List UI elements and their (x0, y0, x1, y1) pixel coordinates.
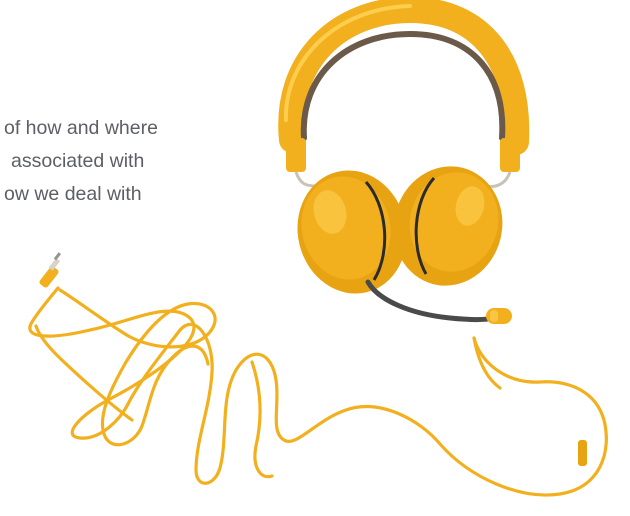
microphone-boom (365, 279, 512, 324)
headband (278, 0, 530, 155)
page: of how and where associated with ow we d… (0, 0, 630, 516)
right-ear-cup (393, 166, 503, 286)
headphone-cable (28, 286, 608, 497)
headphones-photo (28, 0, 608, 497)
cable-clip (578, 440, 587, 466)
audio-jack (39, 252, 62, 288)
